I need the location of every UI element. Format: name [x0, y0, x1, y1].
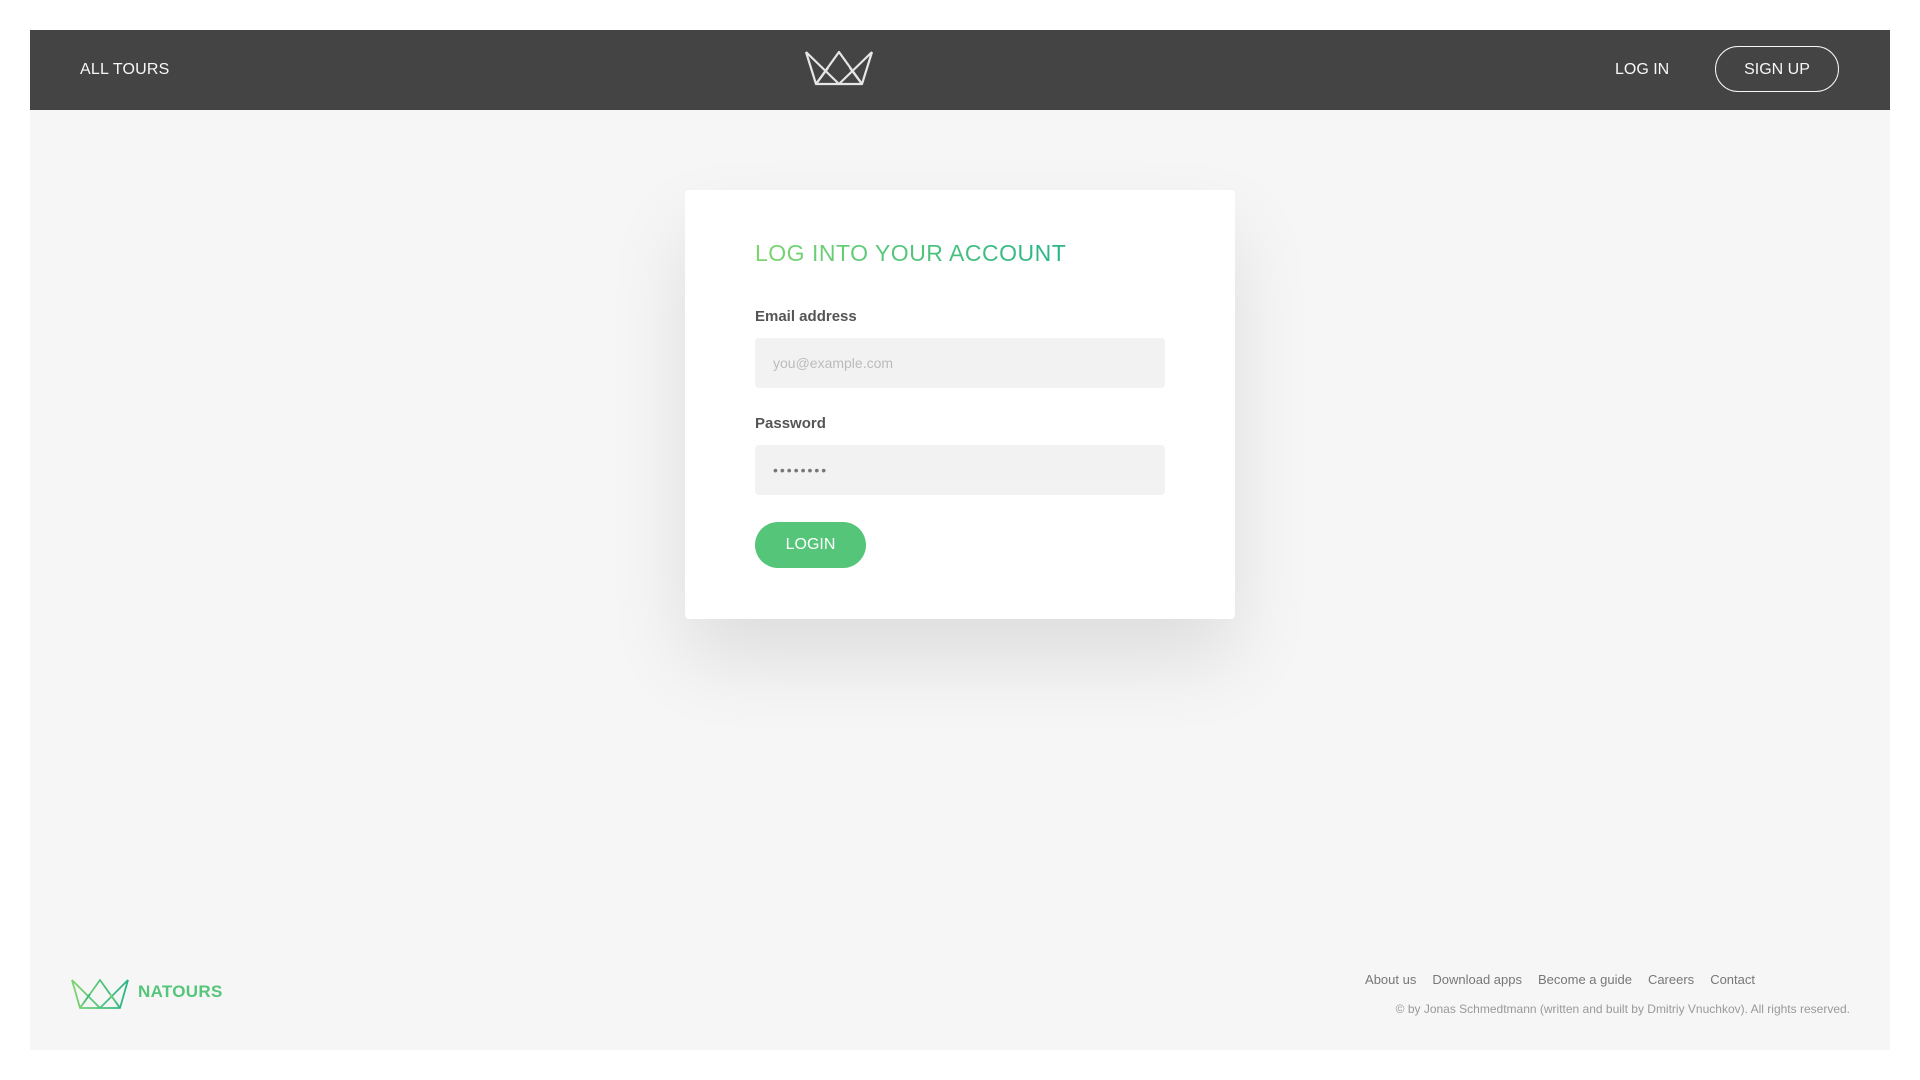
password-field[interactable]: [755, 445, 1165, 495]
password-label: Password: [755, 415, 826, 432]
natours-crown-logo-icon[interactable]: [804, 48, 874, 88]
email-label: Email address: [755, 308, 857, 325]
footer-copyright: © by Jonas Schmedtmann (written and buil…: [1395, 1002, 1850, 1016]
footer-nav: About us Download apps Become a guide Ca…: [1365, 972, 1755, 987]
signup-button[interactable]: SIGN UP: [1715, 46, 1839, 92]
footer-link-contact[interactable]: Contact: [1710, 972, 1755, 987]
login-nav-link[interactable]: LOG IN: [1615, 30, 1669, 110]
natours-green-logo-icon[interactable]: [70, 977, 130, 1011]
login-card: LOG INTO YOUR ACCOUNT Email address Pass…: [685, 190, 1235, 619]
footer-link-download-apps[interactable]: Download apps: [1432, 972, 1522, 987]
footer-link-about-us[interactable]: About us: [1365, 972, 1416, 987]
footer-link-become-guide[interactable]: Become a guide: [1538, 972, 1632, 987]
login-submit-button[interactable]: LOGIN: [755, 522, 866, 568]
footer-link-careers[interactable]: Careers: [1648, 972, 1694, 987]
login-title: LOG INTO YOUR ACCOUNT: [755, 240, 1067, 266]
all-tours-link[interactable]: ALL TOURS: [80, 30, 170, 110]
email-field[interactable]: [755, 338, 1165, 388]
footer-brand-name: NATOURS: [138, 982, 223, 1001]
page-frame: ALL TOURS LOG IN SIGN UP LOG INTO YOUR A…: [30, 30, 1890, 1050]
top-navigation-bar: ALL TOURS LOG IN SIGN UP: [30, 30, 1890, 110]
